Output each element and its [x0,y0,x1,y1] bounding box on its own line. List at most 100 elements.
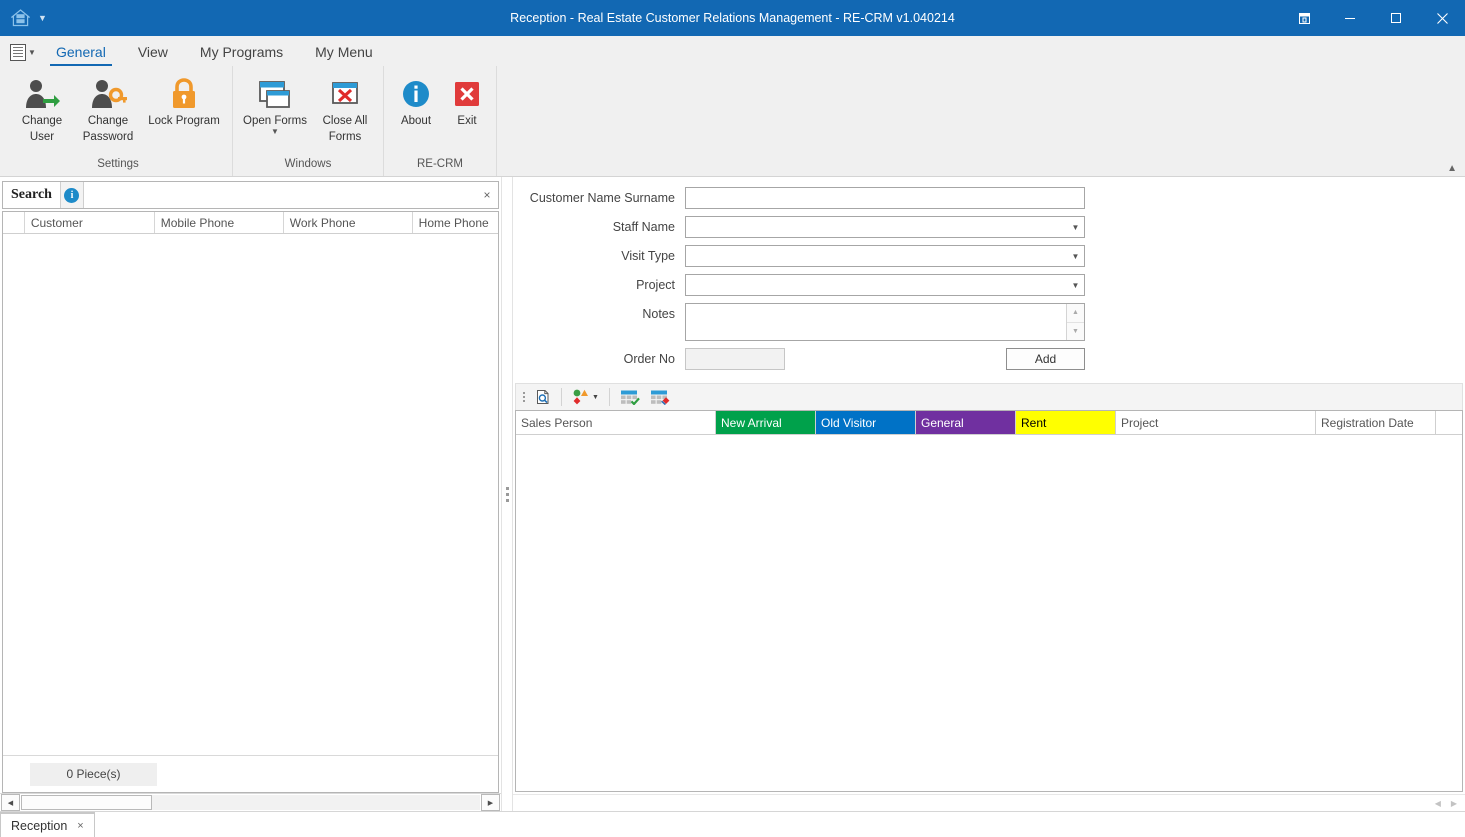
arrow-left-icon[interactable]: ◀ [1435,799,1441,808]
chevron-down-icon[interactable]: ▼ [592,394,599,401]
spinner-down-icon[interactable]: ▼ [1067,322,1084,340]
minimize-icon[interactable] [1327,0,1373,36]
spinner-up-icon[interactable]: ▲ [1067,304,1084,323]
restore-window-icon[interactable] [1281,0,1327,36]
customer-name-surname-input[interactable] [685,187,1085,209]
grid-apply-icon[interactable] [616,386,644,408]
visit-entry-pane: Customer Name Surname Staff Name ▼ Visit… [513,177,1465,811]
close-icon[interactable] [1419,0,1465,36]
clear-search-icon[interactable]: × [476,182,498,208]
maximize-icon[interactable] [1373,0,1419,36]
column-header-mobile-phone[interactable]: Mobile Phone [155,212,284,233]
ribbon-group-label-settings: Settings [97,158,139,170]
tab-my-menu[interactable]: My Menu [299,41,389,66]
ribbon-group-windows: Open Forms ▼ Close All Forms Windows [233,66,384,176]
field-row-notes: Notes ▲ ▼ [525,303,1453,341]
window-title: Reception - Real Estate Customer Relatio… [510,11,955,25]
field-row-order-no: Order No Add [525,348,1453,370]
scroll-thumb[interactable] [21,795,152,810]
change-user-icon [23,76,61,112]
close-icon[interactable]: × [77,820,83,832]
about-info-icon [401,76,431,112]
color-filter-icon[interactable]: ▼ [568,386,603,408]
arrow-right-icon[interactable]: ▶ [1451,799,1457,808]
column-header-project[interactable]: Project [1116,411,1316,434]
arrow-left-icon[interactable]: ◀ [1,794,20,811]
chevron-down-icon[interactable]: ▼ [1067,281,1084,290]
toolbar-separator [561,388,562,406]
change-password-icon [89,76,127,112]
column-header-sales-person[interactable]: Sales Person [516,411,716,434]
close-all-forms-button[interactable]: Close All Forms [313,70,377,144]
chevron-down-icon[interactable]: ▼ [1067,223,1084,232]
column-header-general[interactable]: General [916,411,1016,434]
info-glyph: i [64,187,80,203]
chevron-up-icon[interactable]: ▲ [1447,163,1457,174]
print-preview-icon[interactable] [531,386,555,408]
re-crm-house-logo[interactable] [8,6,32,30]
lock-program-button[interactable]: Lock Program [142,70,226,128]
toolbar-separator [608,388,610,406]
chevron-down-icon[interactable]: ▼ [1067,252,1084,261]
column-header-customer[interactable]: Customer [25,212,155,233]
tab-my-programs[interactable]: My Programs [184,41,299,66]
visit-grid-toolbar: ▼ [515,383,1463,410]
open-forms-button[interactable]: Open Forms ▼ [239,70,311,136]
field-row-staff-name: Staff Name ▼ [525,216,1453,238]
document-menu-icon[interactable]: ▼ [6,38,40,66]
tab-reception-label: Reception [11,818,68,833]
scroll-track[interactable] [21,795,480,810]
customer-results-grid: Customer Mobile Phone Work Phone Home Ph… [2,211,499,793]
about-button[interactable]: About [390,70,442,128]
order-no-row: Add [685,348,1085,370]
column-header-work-phone[interactable]: Work Phone [284,212,413,233]
column-header-rent[interactable]: Rent [1016,411,1116,434]
field-row-project: Project ▼ [525,274,1453,296]
label-visit-type: Visit Type [621,249,675,263]
chevron-down-icon[interactable]: ▼ [271,128,279,136]
field-row-visit-type: Visit Type ▼ [525,245,1453,267]
pane-splitter[interactable] [501,177,513,811]
visit-type-combobox[interactable]: ▼ [685,245,1085,267]
tab-reception[interactable]: Reception × [0,812,95,837]
customer-grid-indicator-column [3,212,25,233]
project-combobox[interactable]: ▼ [685,274,1085,296]
column-header-registration-date[interactable]: Registration Date [1316,411,1436,434]
change-user-label-2: User [29,131,55,143]
info-icon[interactable]: i [59,182,84,208]
visit-grid-navigator: ◀ ▶ [513,794,1465,811]
order-no-input[interactable] [685,348,785,370]
document-tab-strip: Reception × [0,811,1465,837]
chevron-down-icon: ▼ [28,47,36,57]
exit-button[interactable]: Exit [444,70,490,128]
quick-access-toolbar: ▼ [0,6,47,30]
add-button[interactable]: Add [1006,348,1085,370]
column-header-old-visitor[interactable]: Old Visitor [816,411,916,434]
column-header-home-phone[interactable]: Home Phone [413,212,498,233]
column-header-blank[interactable] [1436,411,1462,434]
staff-name-combobox[interactable]: ▼ [685,216,1085,238]
grid-delete-icon[interactable] [646,386,674,408]
ribbon: ▼ General View My Programs My Menu Chang… [0,36,1465,177]
customer-search-pane: Search i × Customer Mobile Phone Work Ph… [0,177,501,811]
arrow-right-icon[interactable]: ▶ [481,794,500,811]
chevron-down-icon[interactable]: ▼ [38,13,47,23]
change-password-button[interactable]: Change Password [76,70,140,144]
notes-textarea[interactable] [686,304,1066,340]
visit-grid-body[interactable] [516,435,1462,791]
ribbon-group-label-recrm: RE-CRM [417,158,463,170]
change-user-button[interactable]: Change User [10,70,74,144]
tab-general[interactable]: General [40,41,122,66]
search-input[interactable] [83,182,476,208]
column-header-new-arrival[interactable]: New Arrival [716,411,816,434]
label-order-no: Order No [623,352,675,366]
label-staff-name: Staff Name [612,220,675,234]
customer-grid-body[interactable] [3,234,498,755]
toolbar-grip-icon[interactable] [519,388,529,406]
customer-grid-horizontal-scrollbar[interactable]: ◀ ▶ [0,793,501,811]
notes-scroll-spinner[interactable]: ▲ ▼ [1066,304,1084,340]
title-bar: ▼ Reception - Real Estate Customer Relat… [0,0,1465,36]
window-controls [1281,0,1465,36]
label-notes: Notes [642,307,675,321]
tab-view[interactable]: View [122,41,184,66]
